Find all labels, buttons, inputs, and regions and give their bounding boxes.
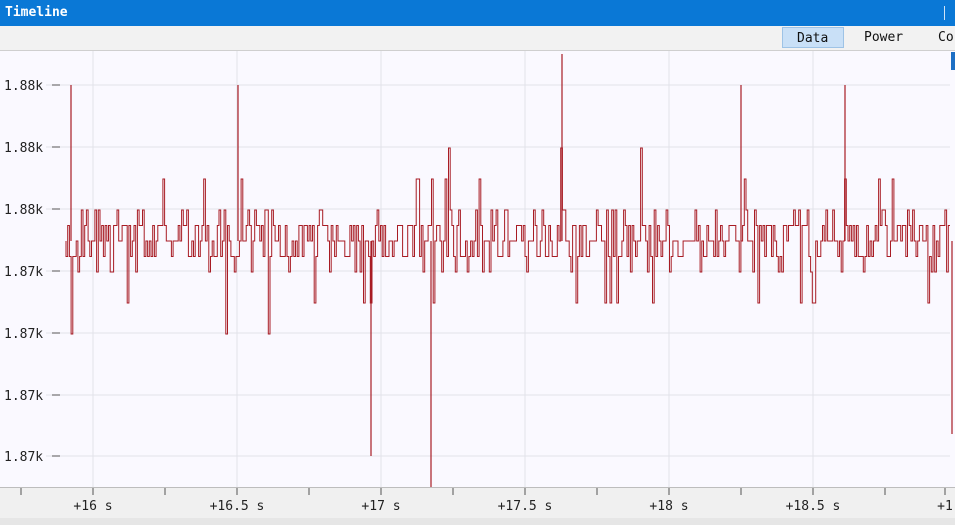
y-tick-label: 1.87k (4, 327, 43, 342)
x-tick-label: +16.5 s (210, 499, 265, 514)
y-tick-label: 1.88k (4, 203, 43, 218)
scroll-marker[interactable] (951, 52, 955, 70)
horizontal-scrollbar[interactable] (0, 518, 955, 525)
x-tick-label: +18 s (649, 499, 688, 514)
y-tick-label: 1.88k (4, 79, 43, 94)
window-edge-icon (944, 6, 955, 20)
time-axis-svg: +16 s +16.5 s +17 s +17.5 s +18 s +18.5 s +1 (20, 488, 953, 514)
tab-power[interactable]: Power (850, 27, 918, 48)
x-tick-label: +17 s (361, 499, 400, 514)
y-tick-label: 1.87k (4, 389, 43, 404)
y-tick-label: 1.88k (4, 141, 43, 156)
title-bar: Timeline (0, 0, 955, 26)
x-tick-label: +17.5 s (498, 499, 553, 514)
y-tick-label: 1.87k (4, 265, 43, 280)
timeline-plot[interactable]: 1.88k 1.88k 1.88k 1.87k 1.87k 1.87k 1.87k (0, 51, 955, 487)
x-tick-label: +16 s (73, 499, 112, 514)
x-tick-label: +18.5 s (786, 499, 841, 514)
signal-trace (65, 147, 950, 335)
tab-data[interactable]: Data (782, 27, 844, 48)
window-title: Timeline (5, 5, 68, 20)
chart-area[interactable]: 1.88k 1.88k 1.88k 1.87k 1.87k 1.87k 1.87k (0, 51, 955, 487)
y-tick-label: 1.87k (4, 450, 43, 465)
time-axis[interactable]: +16 s +16.5 s +17 s +17.5 s +18 s +18.5 s +1 (0, 487, 955, 519)
x-tick-label: +1 (937, 499, 953, 514)
tab-strip: Data Power Co (0, 26, 955, 51)
tab-co[interactable]: Co (926, 27, 955, 48)
